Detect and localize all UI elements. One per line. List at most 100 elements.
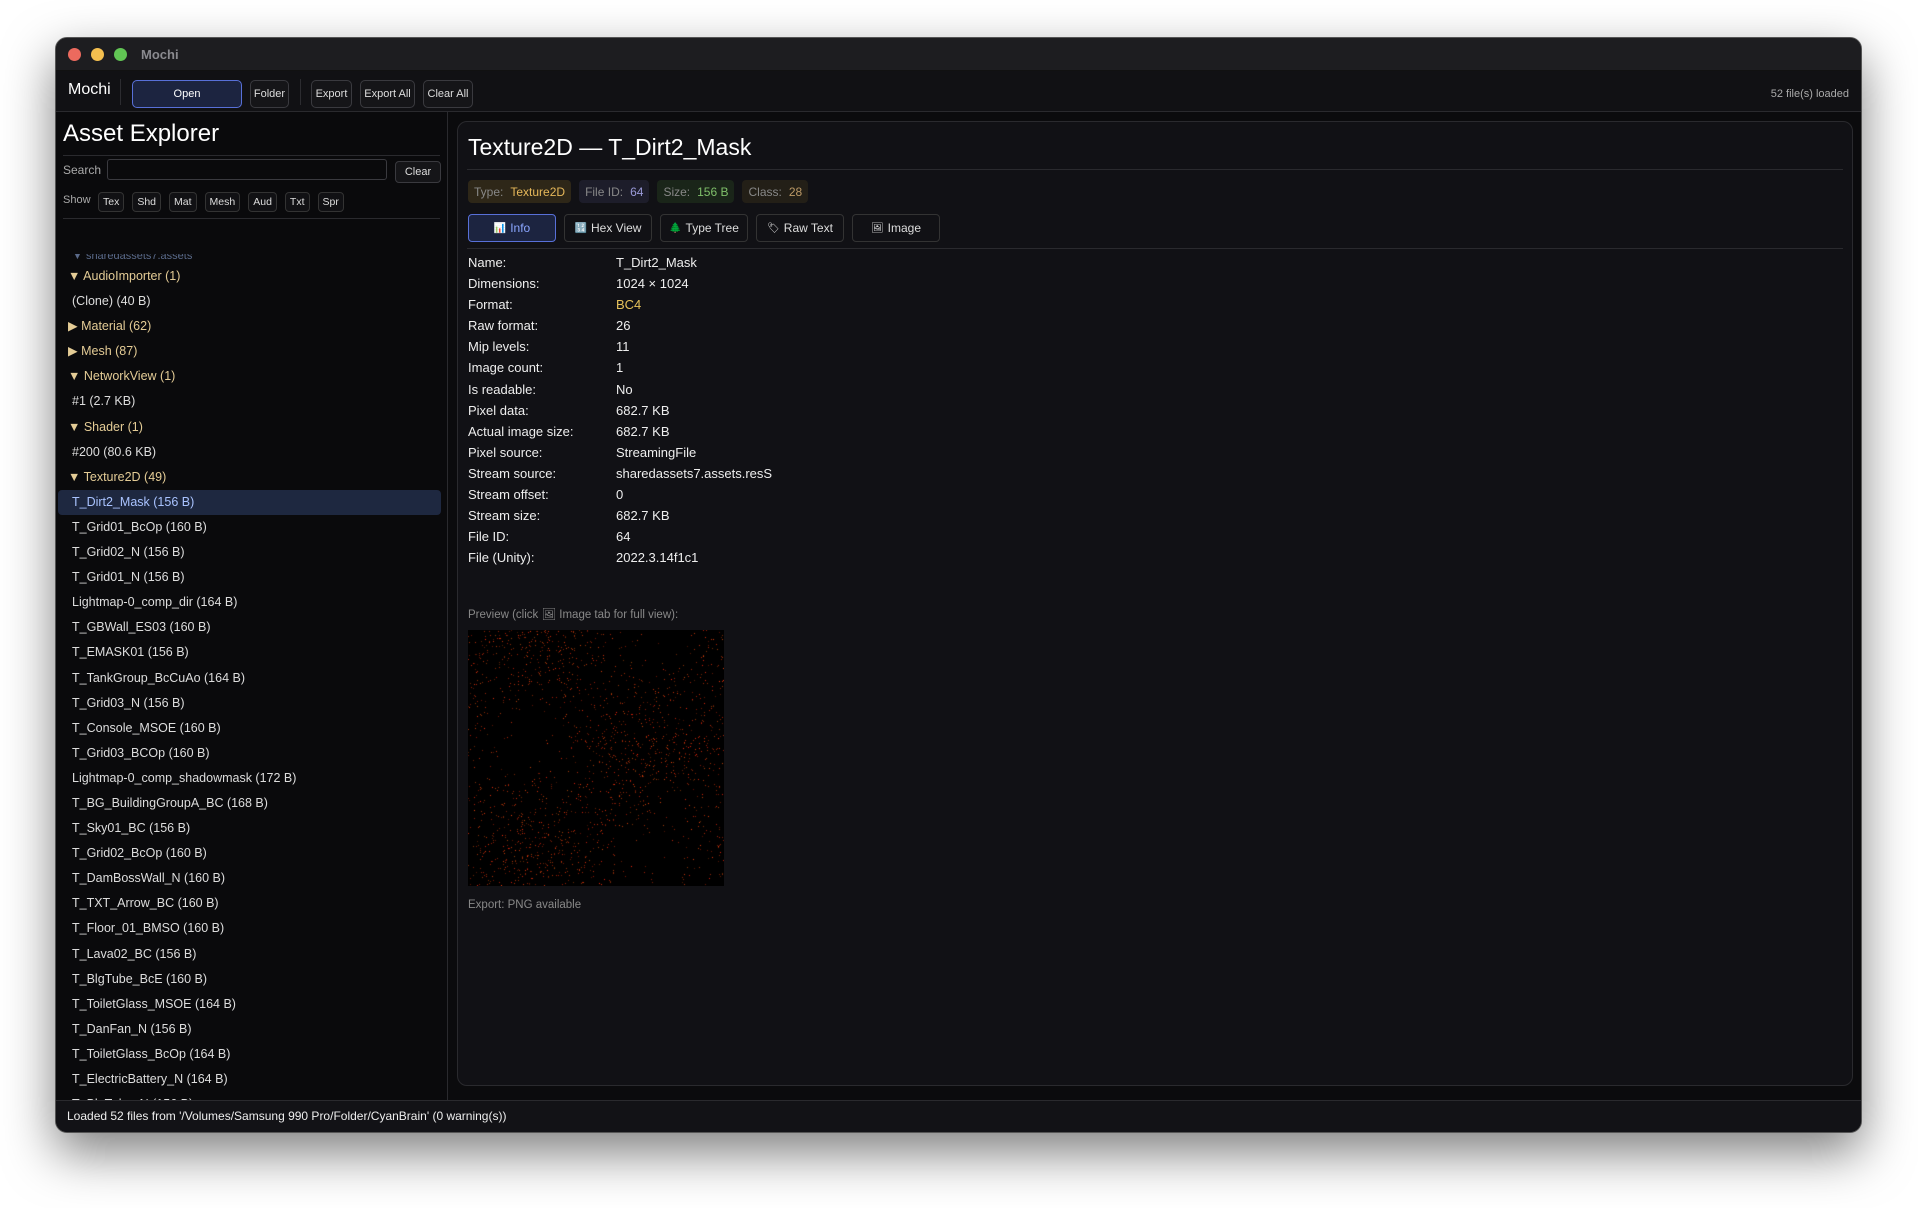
divider — [300, 79, 301, 105]
filter-mat-button[interactable]: Mat — [169, 192, 197, 212]
tree-item[interactable]: (Clone) (40 B) — [58, 289, 441, 314]
clear-all-button[interactable]: Clear All — [423, 80, 473, 108]
divider — [63, 218, 440, 219]
info-value: 64 — [616, 526, 630, 547]
tree-item[interactable]: T_BlgTube_N (156 B) — [58, 1092, 441, 1100]
tree-item[interactable]: T_BG_BuildingGroupA_BC (168 B) — [58, 791, 441, 816]
tree-item[interactable]: T_DanFan_N (156 B) — [58, 1017, 441, 1042]
tree-item[interactable]: Lightmap-0_comp_shadowmask (172 B) — [58, 766, 441, 791]
info-key: Actual image size: — [468, 421, 616, 442]
info-row: Pixel data:682.7 KB — [468, 400, 772, 421]
tree-item[interactable]: T_Sky01_BC (156 B) — [58, 816, 441, 841]
search-label: Search — [63, 163, 101, 177]
tree-group[interactable]: ▶ Mesh (87) — [58, 339, 441, 364]
tree-group[interactable]: ▶ Material (62) — [58, 314, 441, 339]
filter-mesh-button[interactable]: Mesh — [205, 192, 241, 212]
info-row: File (Unity):2022.3.14f1c1 — [468, 547, 772, 568]
detail-tabs: 📊Info 🔢Hex View 🌲Type Tree 🏷Raw Text 🖼 Image — [468, 214, 940, 242]
tree-item[interactable]: T_Grid02_N (156 B) — [58, 540, 441, 565]
tab-image[interactable]: 🖼 Image — [852, 214, 940, 242]
type-tree-icon: 🌲 — [669, 223, 681, 234]
info-row: Raw format:26 — [468, 315, 772, 336]
tree-item[interactable]: T_Console_MSOE (160 B) — [58, 716, 441, 741]
badge-class: Class:28 — [742, 180, 808, 203]
tree-item[interactable]: T_Lava02_BC (156 B) — [58, 942, 441, 967]
tree-item[interactable]: T_GBWall_ES03 (160 B) — [58, 615, 441, 640]
tree-item[interactable]: T_Grid03_BCOp (160 B) — [58, 741, 441, 766]
tree-item[interactable]: T_ElectricBattery_N (164 B) — [58, 1067, 441, 1092]
tab-label: Image — [888, 221, 921, 235]
badge-size: Size: 156 B — [657, 180, 734, 203]
info-key: Image count: — [468, 357, 616, 378]
tree-group[interactable]: ▼ AudioImporter (1) — [58, 264, 441, 289]
tree-item[interactable]: T_Grid03_N (156 B) — [58, 691, 441, 716]
app-brand: Mochi — [68, 81, 111, 99]
badge-label: Class: — [748, 185, 781, 199]
tree-item[interactable]: T_BlgTube_BcE (160 B) — [58, 967, 441, 992]
tree-item[interactable]: T_EMASK01 (156 B) — [58, 640, 441, 665]
tree-item[interactable]: T_Grid01_N (156 B) — [58, 565, 441, 590]
info-key: Mip levels: — [468, 336, 616, 357]
tree-item-clipped[interactable]: ▼ sharedassets7.assets — [58, 254, 441, 264]
filter-txt-button[interactable]: Txt — [285, 192, 310, 212]
info-row: Dimensions:1024 × 1024 — [468, 273, 772, 294]
info-value: sharedassets7.assets.resS — [616, 463, 772, 484]
hex-view-icon: 🔢 — [575, 223, 587, 234]
tree-group[interactable]: ▼ Texture2D (49) — [58, 465, 441, 490]
info-value: No — [616, 379, 633, 400]
tree-item[interactable]: Lightmap-0_comp_dir (164 B) — [58, 590, 441, 615]
export-button[interactable]: Export — [311, 80, 352, 108]
info-row: Stream offset:0 — [468, 484, 772, 505]
title-bar: Mochi — [56, 38, 1861, 71]
files-loaded-count: 52 file(s) loaded — [1771, 88, 1849, 100]
export-all-button[interactable]: Export All — [360, 80, 415, 108]
tree-item[interactable]: #1 (2.7 KB) — [58, 389, 441, 414]
tree-item[interactable]: T_ToiletGlass_BcOp (164 B) — [58, 1042, 441, 1067]
tab-raw-text[interactable]: 🏷Raw Text — [756, 214, 844, 242]
minimize-window-button[interactable] — [91, 48, 104, 61]
filter-tex-button[interactable]: Tex — [98, 192, 124, 212]
preview-label: Preview (click 🖼 Image tab for full view… — [468, 607, 678, 621]
info-key: Stream size: — [468, 505, 616, 526]
tree-item[interactable]: T_Floor_01_BMSO (160 B) — [58, 916, 441, 941]
divider — [467, 248, 1843, 249]
tree-group[interactable]: ▼ Shader (1) — [58, 415, 441, 440]
divider — [467, 169, 1843, 170]
tree-item[interactable]: T_Grid01_BcOp (160 B) — [58, 515, 441, 540]
tree-item[interactable]: #200 (80.6 KB) — [58, 440, 441, 465]
divider — [63, 155, 440, 156]
badge-value: 156 B — [697, 185, 728, 199]
info-row: Stream source:sharedassets7.assets.resS — [468, 463, 772, 484]
asset-tree[interactable]: ▼ sharedassets7.assets ▼ AudioImporter (… — [56, 254, 447, 1100]
open-button[interactable]: Open — [132, 80, 242, 108]
folder-button[interactable]: Folder — [250, 80, 289, 108]
tree-item[interactable]: T_TXT_Arrow_BC (160 B) — [58, 891, 441, 916]
tree-item[interactable]: T_Dirt2_Mask (156 B) — [58, 490, 441, 515]
tab-label: Raw Text — [784, 221, 833, 235]
tab-type-tree[interactable]: 🌲Type Tree — [660, 214, 748, 242]
info-key: Pixel source: — [468, 442, 616, 463]
show-label: Show — [63, 194, 91, 206]
clear-search-button[interactable]: Clear — [395, 161, 441, 183]
tree-item[interactable]: T_ToiletGlass_MSOE (164 B) — [58, 992, 441, 1017]
search-input[interactable] — [107, 159, 387, 180]
tree-group[interactable]: ▼ NetworkView (1) — [58, 364, 441, 389]
badge-label: Size: — [663, 185, 690, 199]
tab-info[interactable]: 📊Info — [468, 214, 556, 242]
filter-aud-button[interactable]: Aud — [248, 192, 277, 212]
info-key: Stream offset: — [468, 484, 616, 505]
filter-spr-button[interactable]: Spr — [318, 192, 344, 212]
window-title: Mochi — [141, 47, 179, 62]
zoom-window-button[interactable] — [114, 48, 127, 61]
close-window-button[interactable] — [68, 48, 81, 61]
image-icon: 🖼 — [871, 223, 884, 234]
filter-shd-button[interactable]: Shd — [132, 192, 161, 212]
tree-item[interactable]: T_DamBossWall_N (160 B) — [58, 866, 441, 891]
divider — [120, 79, 121, 105]
info-value: 11 — [616, 336, 630, 357]
info-row: Name:T_Dirt2_Mask — [468, 252, 772, 273]
tree-item[interactable]: T_TankGroup_BcCuAo (164 B) — [58, 666, 441, 691]
info-value: 1024 × 1024 — [616, 273, 689, 294]
tree-item[interactable]: T_Grid02_BcOp (160 B) — [58, 841, 441, 866]
tab-hex-view[interactable]: 🔢Hex View — [564, 214, 652, 242]
